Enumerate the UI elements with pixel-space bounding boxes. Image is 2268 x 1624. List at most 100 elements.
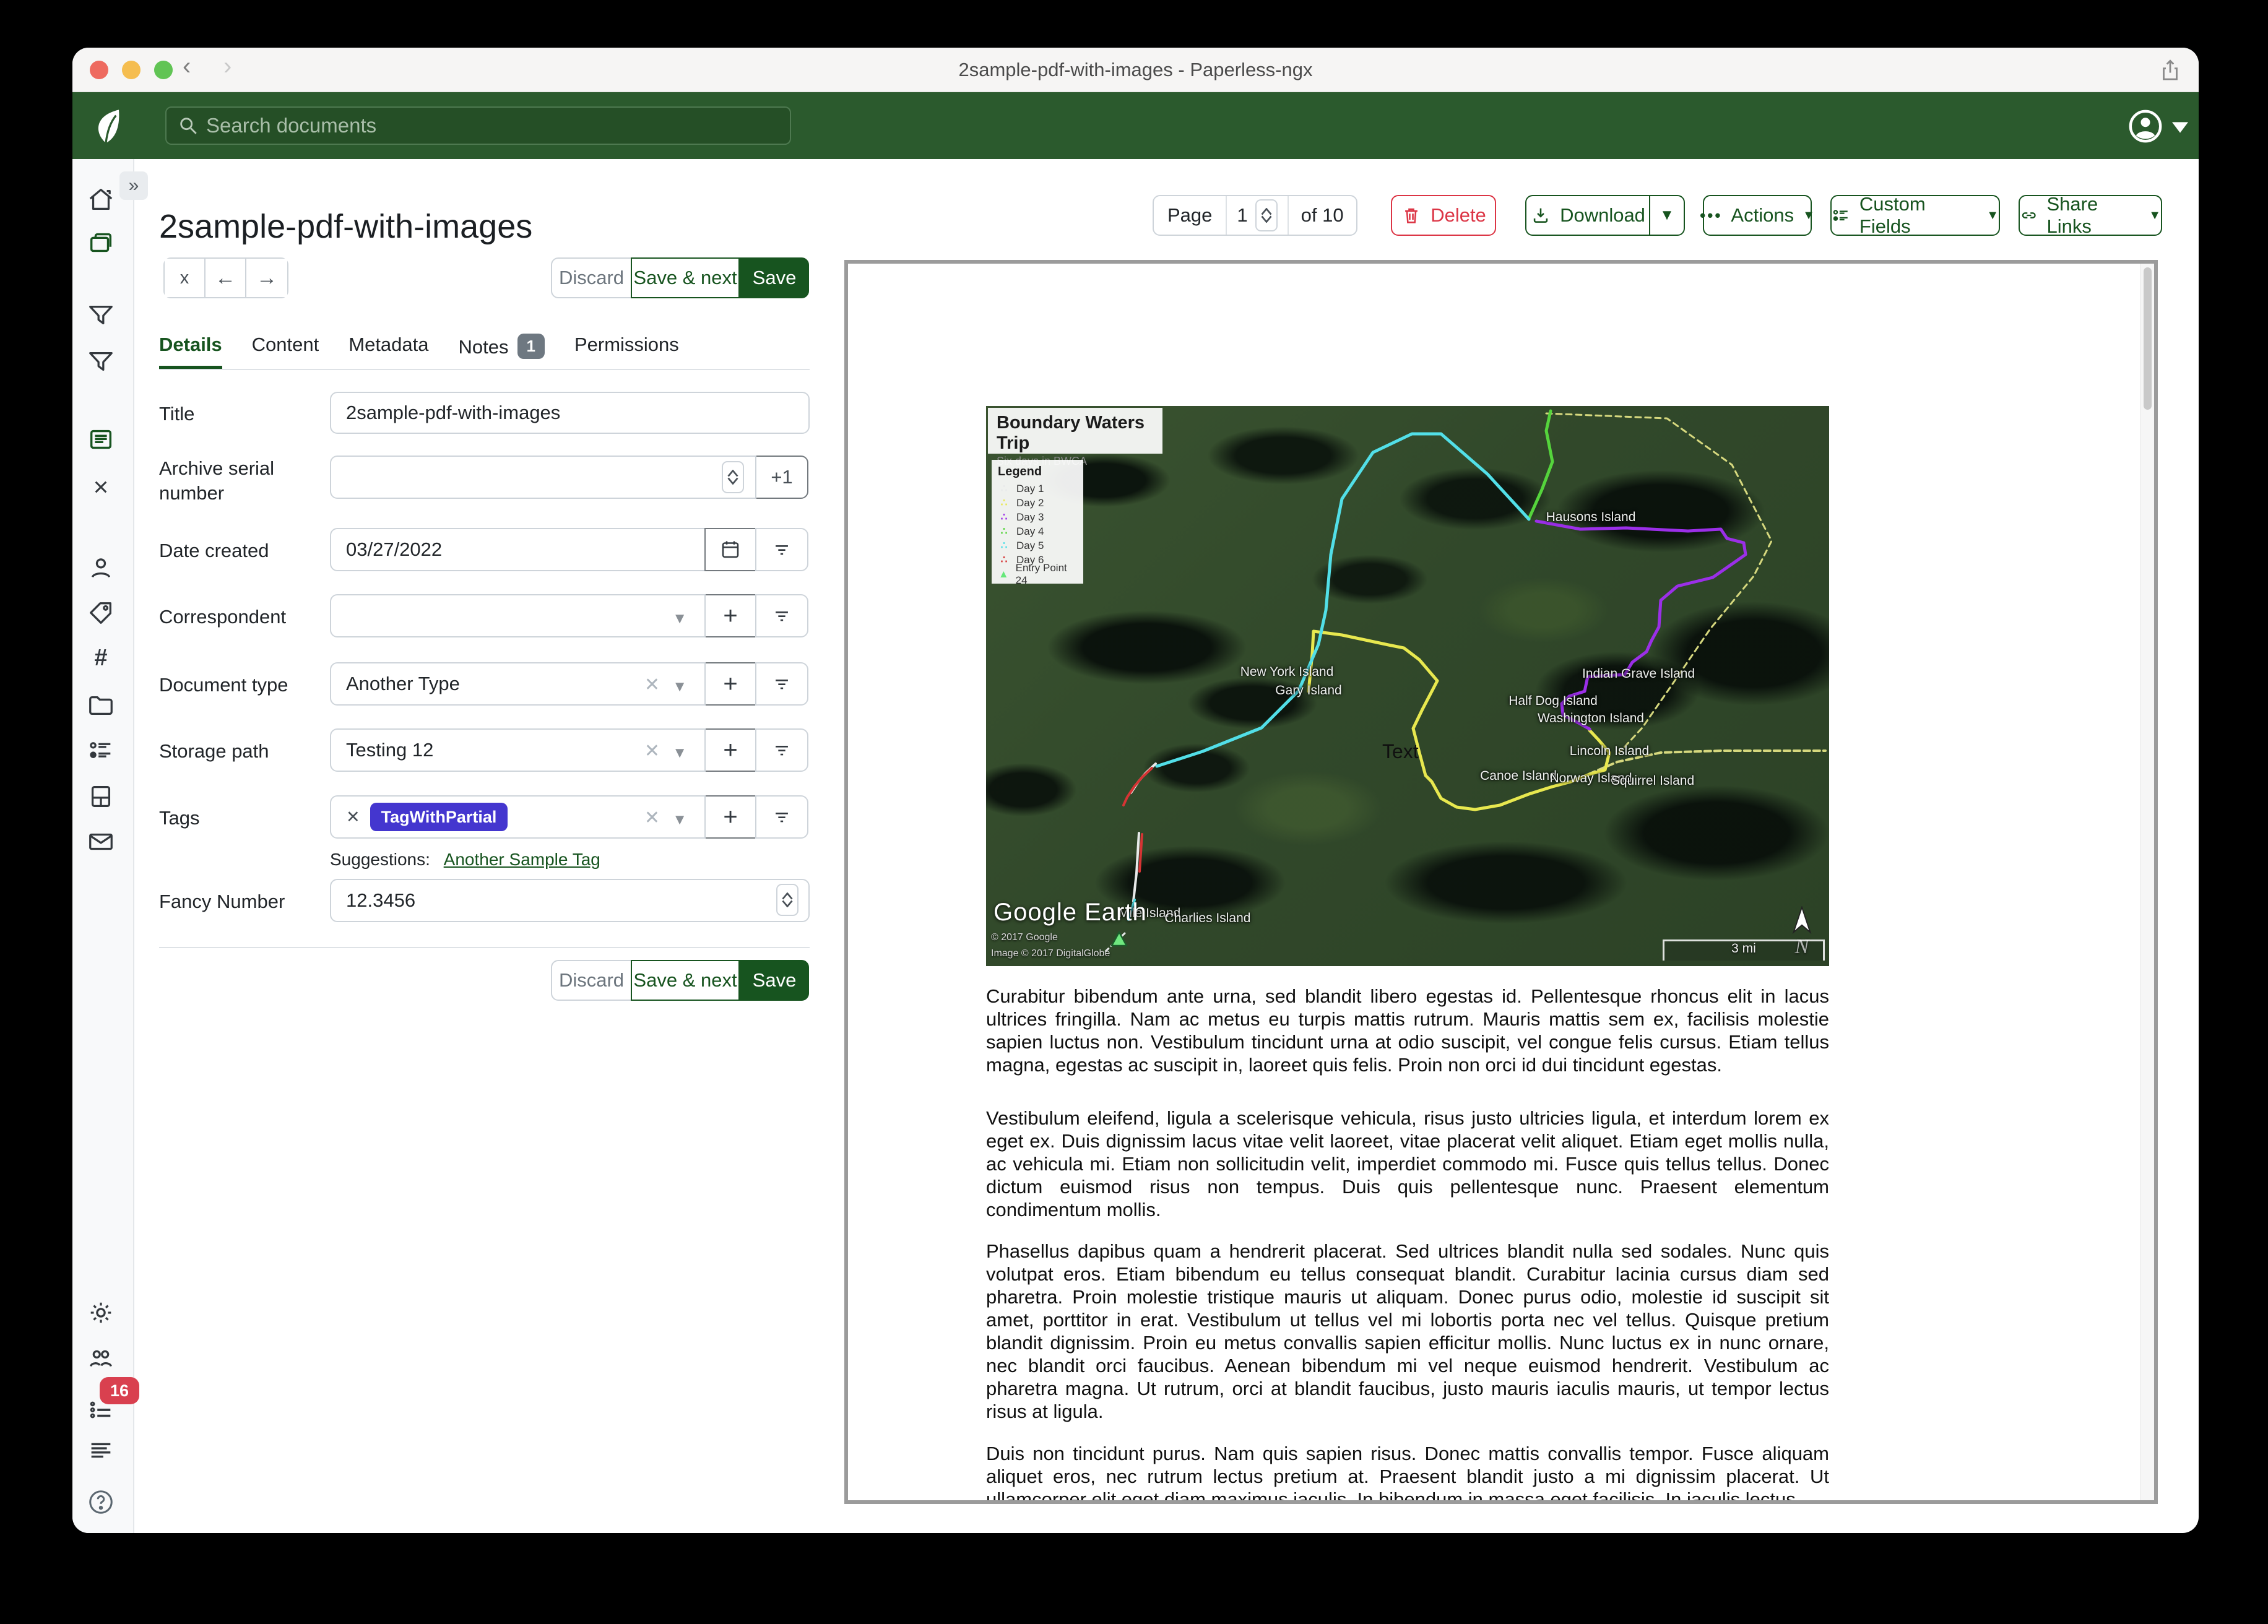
remove-tag-icon[interactable]: ✕ — [346, 808, 360, 827]
island-label: Squirrel Island — [1611, 774, 1694, 788]
legend-label: Day 4 — [1016, 525, 1044, 538]
tag-icon — [87, 599, 115, 628]
tags-suggestions-button[interactable] — [755, 795, 808, 839]
map-legend: Legend ∴Day 1 ∴Day 2 ∴Day 3 ∴Day 4 ∴Day … — [992, 460, 1083, 584]
discard-button[interactable]: Discard — [551, 257, 632, 298]
storage-path-suggestions-button[interactable] — [755, 728, 808, 772]
clear-icon[interactable]: ✕ — [644, 740, 660, 762]
search-input[interactable] — [206, 109, 763, 142]
clear-icon[interactable]: ✕ — [644, 807, 660, 829]
page-label: Page — [1154, 196, 1227, 235]
map-scale-bar: 3 mi — [1663, 939, 1825, 961]
sidebar-expand-button[interactable]: » — [119, 171, 148, 200]
sidebar-item-dashboard[interactable] — [87, 185, 115, 214]
correspondent-suggestions-button[interactable] — [755, 594, 808, 637]
sidebar-item-settings[interactable] — [87, 1298, 115, 1327]
tab-details[interactable]: Details — [159, 334, 222, 369]
download-options-button[interactable]: ▼ — [1649, 195, 1685, 236]
storage-path-select[interactable]: Testing 12 ✕ ▼ — [330, 728, 706, 772]
day3-marker-icon: ∴ — [998, 511, 1010, 524]
page-number-value: 1 — [1237, 204, 1247, 227]
save-and-next-button[interactable]: Save & next — [631, 257, 740, 298]
delete-button[interactable]: Delete — [1391, 195, 1496, 236]
correspondent-select[interactable]: ▼ — [330, 594, 706, 637]
day5-route — [1157, 434, 1529, 766]
envelope-icon — [87, 827, 115, 856]
question-circle-icon — [87, 1488, 115, 1516]
share-links-button[interactable]: Share Links ▼ — [2019, 195, 2162, 236]
tags-select[interactable]: ✕ TagWithPartial ✕ ▼ — [330, 795, 706, 839]
actions-button[interactable]: ••• Actions ▼ — [1703, 195, 1812, 236]
sidebar-item-users-groups[interactable] — [87, 1345, 115, 1373]
tab-notes[interactable]: Notes1 — [459, 334, 545, 369]
sidebar-item-logs[interactable] — [87, 1436, 115, 1464]
asn-field: +1 — [330, 456, 808, 499]
save-button[interactable]: Save — [740, 257, 809, 298]
chevron-down-icon: ▼ — [672, 610, 687, 628]
sidebar-close-document-button[interactable] — [87, 473, 115, 501]
tag-chip[interactable]: TagWithPartial — [370, 803, 508, 831]
page-total: of 10 — [1289, 196, 1356, 235]
suggested-tag-link[interactable]: Another Sample Tag — [444, 850, 600, 869]
storage-path-add-button[interactable]: + — [704, 728, 756, 772]
save-button[interactable]: Save — [740, 960, 809, 1001]
sidebar-item-workflows[interactable] — [87, 782, 115, 811]
next-document-button[interactable]: → — [246, 259, 287, 297]
user-menu[interactable] — [2127, 108, 2163, 147]
sidebar-item-saved-view-1[interactable] — [87, 301, 115, 329]
field-label-correspondent: Correspondent — [159, 605, 286, 629]
download-button[interactable]: Download — [1525, 195, 1649, 236]
folder-icon — [87, 691, 115, 720]
day4-marker-icon: ∴ — [998, 525, 1010, 538]
clear-icon[interactable]: ✕ — [644, 674, 660, 696]
sidebar-item-open-document[interactable] — [87, 425, 115, 454]
chevron-down-icon: ▼ — [2149, 209, 2161, 223]
tags-add-button[interactable]: + — [704, 795, 756, 839]
share-links-label: Share Links — [2046, 193, 2140, 238]
sidebar-item-custom-fields[interactable] — [87, 736, 115, 764]
sidebar-item-correspondents[interactable] — [87, 554, 115, 582]
sidebar-item-tags[interactable] — [87, 599, 115, 628]
title-input[interactable] — [330, 392, 810, 434]
form-divider — [159, 947, 810, 948]
previous-document-button[interactable]: ← — [206, 259, 246, 297]
tab-metadata[interactable]: Metadata — [348, 334, 428, 369]
fancy-number-stepper[interactable] — [776, 884, 799, 916]
close-document-button[interactable]: x — [165, 259, 206, 297]
funnel-icon — [87, 347, 115, 376]
legend-label: Day 5 — [1016, 540, 1044, 552]
paperless-logo-leaf-icon[interactable] — [89, 103, 123, 148]
documents-stack-icon — [87, 228, 115, 257]
discard-button[interactable]: Discard — [551, 960, 632, 1001]
preview-scrollbar-thumb[interactable] — [2144, 267, 2152, 410]
tab-permissions[interactable]: Permissions — [574, 334, 679, 369]
preview-scrollbar[interactable] — [2140, 264, 2154, 1500]
date-created-field — [330, 528, 808, 571]
asn-stepper[interactable] — [722, 461, 744, 493]
date-suggestions-button[interactable] — [755, 528, 808, 571]
page-stepper[interactable] — [1255, 199, 1278, 231]
custom-fields-button[interactable]: Custom Fields ▼ — [1830, 195, 2000, 236]
asn-input[interactable] — [330, 456, 756, 499]
fancy-number-input[interactable] — [330, 879, 810, 922]
correspondent-add-button[interactable]: + — [704, 594, 756, 637]
document-type-suggestions-button[interactable] — [755, 662, 808, 706]
sidebar-item-mail[interactable] — [87, 827, 115, 856]
sidebar-item-help[interactable] — [87, 1488, 115, 1516]
asn-plus-one-button[interactable]: +1 — [755, 456, 808, 499]
save-and-next-button[interactable]: Save & next — [631, 960, 740, 1001]
island-label: Lincoln Island — [1570, 744, 1649, 759]
map-text-annotation: Text — [1382, 740, 1419, 763]
document-type-add-button[interactable]: + — [704, 662, 756, 706]
date-created-input[interactable] — [330, 528, 706, 571]
date-calendar-button[interactable] — [704, 528, 756, 571]
compass-arrow-icon — [1788, 906, 1816, 937]
sidebar-item-storage-paths[interactable] — [87, 691, 115, 720]
page-number-field[interactable]: 1 — [1227, 196, 1288, 235]
tab-content[interactable]: Content — [252, 334, 319, 369]
sidebar-item-documents[interactable] — [87, 228, 115, 257]
sidebar-item-document-types[interactable]: # — [87, 644, 115, 672]
share-icon[interactable] — [2157, 56, 2183, 85]
document-type-select[interactable]: Another Type ✕ ▼ — [330, 662, 706, 706]
sidebar-item-saved-view-2[interactable] — [87, 347, 115, 376]
